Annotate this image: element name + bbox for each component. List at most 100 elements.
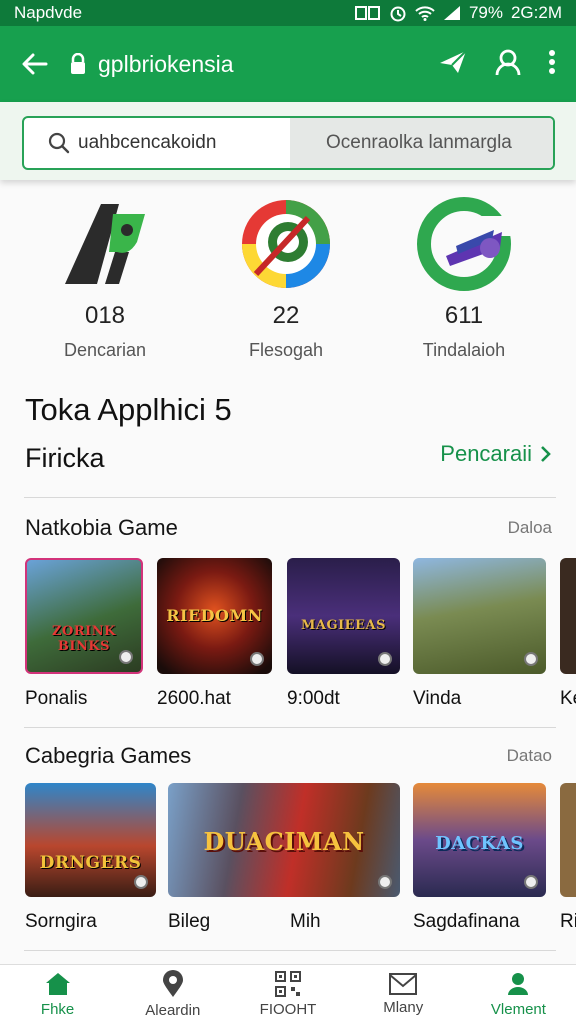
nav-item-location[interactable]: Aleardin [115, 965, 230, 1024]
rating-badge-icon [134, 875, 148, 889]
paper-plane-icon [440, 49, 467, 73]
featured-app-2[interactable]: 22 Flesogah [211, 196, 361, 361]
divider [24, 950, 556, 951]
url-text: gplbriokensia [98, 50, 234, 77]
location-pin-icon [162, 970, 183, 997]
app-bar: gplbriokensia [0, 26, 576, 102]
rating-badge-icon [250, 652, 264, 666]
alarm-icon [389, 4, 407, 22]
page-subtitle: Firicka [25, 443, 105, 473]
featured-count: 018 [84, 302, 126, 329]
lock-icon [71, 53, 85, 74]
rating-badge-icon [378, 652, 392, 666]
address-bar[interactable]: gplbriokensia [70, 51, 438, 78]
home-icon [45, 973, 70, 995]
nav-item-profile[interactable]: Vlement [461, 965, 576, 1024]
nav-label: Aleardin [145, 1002, 201, 1019]
bottom-navigation: Fhke Aleardin FIOOHT Mlany Vlement [0, 964, 576, 1024]
app-logo-circle-icon [238, 196, 334, 292]
game-art-title: RIEDOMN [166, 606, 263, 625]
search-category-text: Ocenraolka lanmargla [326, 132, 512, 153]
nav-item-scan[interactable]: FIOOHT [230, 965, 345, 1024]
game-card[interactable]: DUACIMAN Bileg Mih [168, 783, 400, 932]
search-icon [48, 132, 70, 154]
search-category-button[interactable]: Ocenraolka lanmargla [290, 118, 553, 168]
send-button[interactable] [438, 49, 468, 80]
featured-apps: 018 Dencarian 22 Flesogah 611 Tindalaioh [0, 196, 576, 376]
featured-app-1[interactable]: 018 Dencarian [30, 196, 180, 361]
featured-label: Flesogah [248, 340, 324, 360]
qr-code-icon [275, 971, 301, 997]
clock-label: 2G:2M [510, 3, 562, 22]
see-more-label: Pencaraii [440, 441, 532, 466]
nav-item-mail[interactable]: Mlany [346, 965, 461, 1024]
carrier-label: Napdvde [14, 3, 83, 22]
page-title: Toka Applhici 5 [25, 392, 232, 427]
game-thumbnail: ZORINK BINKS [25, 558, 143, 674]
search-box: uahbcencakoidn Ocenraolka lanmargla [22, 116, 555, 170]
game-card[interactable]: DRNGERS Sorngira [25, 783, 156, 933]
featured-label: Dencarian [63, 340, 147, 360]
game-name: Vinda [413, 688, 462, 709]
game-name: Ponalis [25, 688, 88, 709]
game-card[interactable]: Vinda [413, 558, 546, 710]
arrow-left-icon [22, 53, 48, 75]
game-name: Ri [560, 911, 576, 932]
rating-badge-icon [524, 875, 538, 889]
game-card[interactable]: RIEDOMN 2600.hat [157, 558, 272, 710]
more-vertical-icon [549, 49, 555, 74]
rating-badge-icon [378, 875, 392, 889]
game-thumbnail: DUACIMAN [168, 783, 400, 897]
game-art-title: MAGIEEAS [301, 618, 386, 633]
game-thumbnail: RIEDOMN [157, 558, 272, 674]
nav-item-home[interactable]: Fhke [0, 965, 115, 1024]
featured-count: 22 [272, 302, 300, 329]
game-name: Sagdafinana [413, 911, 520, 932]
game-card[interactable]: Ri [560, 783, 576, 933]
status-bar: Napdvde 79% 2G:2M [0, 0, 576, 26]
featured-count: 611 [444, 302, 484, 329]
nav-label: Mlany [383, 999, 424, 1016]
game-name: Sorngira [25, 911, 97, 932]
game-card[interactable]: ZORINK BINKS Ponalis [25, 558, 143, 710]
featured-label: Tindalaioh [422, 340, 506, 360]
status-icons: 79% 2G:2M [354, 3, 562, 23]
divider [24, 497, 556, 498]
app-logo-a-icon [57, 196, 153, 292]
game-thumbnail [413, 558, 546, 674]
game-thumbnail [560, 558, 576, 674]
sim-icon [354, 5, 381, 21]
rating-badge-icon [524, 652, 538, 666]
nav-label: FIOOHT [259, 1001, 317, 1018]
game-card[interactable]: MAGIEEAS 9:00dt [287, 558, 400, 710]
featured-app-3[interactable]: 611 Tindalaioh [389, 196, 539, 361]
signal-icon [443, 5, 461, 21]
section-more-button[interactable]: Daloa [508, 518, 552, 538]
chevron-right-icon [541, 446, 551, 462]
battery-label: 79% [468, 3, 503, 22]
game-thumbnail: MAGIEEAS [287, 558, 400, 674]
nav-label: Fhke [40, 1001, 75, 1018]
section-title: Natkobia Game [25, 515, 178, 540]
wifi-icon [415, 5, 435, 21]
search-input-text: uahbcencakoidn [78, 132, 217, 153]
see-more-link[interactable]: Pencaraii [440, 441, 552, 467]
game-card[interactable]: DACKAS Sagdafinana [413, 783, 546, 933]
search-input[interactable]: uahbcencakoidn [24, 118, 290, 168]
game-name: 2600.hat [157, 688, 231, 709]
game-name: 9:00dt [287, 688, 340, 709]
account-button[interactable] [494, 48, 522, 81]
profile-icon [508, 973, 529, 995]
game-card[interactable]: Ke [560, 558, 576, 710]
back-button[interactable] [0, 26, 70, 102]
nav-label: Vlement [490, 1001, 546, 1018]
mail-icon [389, 973, 418, 995]
game-thumbnail: DRNGERS [25, 783, 156, 897]
app-logo-swirl-icon [416, 196, 512, 292]
game-art-title: DACKAS [435, 833, 524, 854]
overflow-menu-button[interactable] [548, 49, 556, 80]
game-name: Ke [560, 688, 576, 709]
section-more-button[interactable]: Datao [507, 746, 552, 766]
divider [24, 727, 556, 728]
search-area: uahbcencakoidn Ocenraolka lanmargla [0, 102, 576, 180]
